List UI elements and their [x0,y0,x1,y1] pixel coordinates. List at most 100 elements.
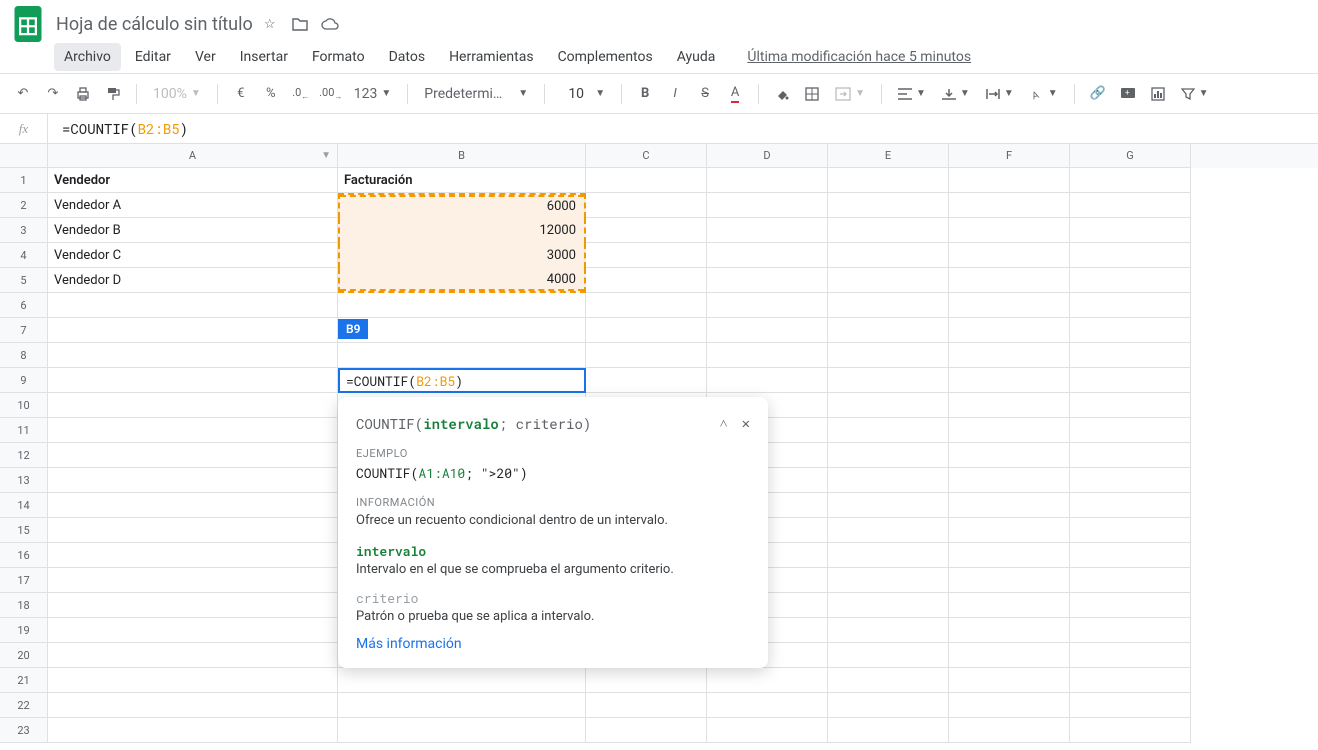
close-help-icon[interactable]: ✕ [742,413,750,433]
cell[interactable] [949,343,1070,368]
cell[interactable] [949,268,1070,293]
row-header[interactable]: 5 [0,268,48,293]
strike-button[interactable]: S [692,81,718,107]
zoom-select[interactable]: 100%▼ [147,86,207,102]
col-header-F[interactable]: F [949,144,1070,168]
cell[interactable] [949,443,1070,468]
row-header[interactable]: 6 [0,293,48,318]
menu-ayuda[interactable]: Ayuda [667,43,726,71]
decrease-decimal-button[interactable]: .0← [288,81,314,107]
cell[interactable]: Vendedor C [48,243,338,268]
cell[interactable] [707,268,828,293]
row-header[interactable]: 11 [0,418,48,443]
cell[interactable] [707,318,828,343]
cell[interactable] [586,218,707,243]
cell[interactable] [586,343,707,368]
font-name-select[interactable]: Predetermi…▼ [418,86,534,102]
cell[interactable] [949,193,1070,218]
cell[interactable] [949,493,1070,518]
row-header[interactable]: 10 [0,393,48,418]
cell[interactable] [949,368,1070,393]
cell[interactable] [949,418,1070,443]
cell[interactable] [828,218,949,243]
cell[interactable] [48,543,338,568]
cell[interactable] [48,643,338,668]
cell[interactable] [338,693,586,718]
cell[interactable] [828,618,949,643]
cell[interactable] [949,468,1070,493]
collapse-help-icon[interactable]: ˄ [720,413,728,433]
row-header[interactable]: 16 [0,543,48,568]
cell[interactable] [828,643,949,668]
row-header[interactable]: 1 [0,168,48,193]
active-cell-editor[interactable]: =COUNTIF(B2:B5) [338,368,586,393]
cell[interactable] [48,368,338,393]
filter-button[interactable]: ▼ [1175,88,1215,100]
row-header[interactable]: 20 [0,643,48,668]
cell[interactable] [338,343,586,368]
paint-format-button[interactable] [100,81,126,107]
cell[interactable] [828,493,949,518]
cell[interactable] [828,393,949,418]
cell[interactable]: Vendedor D [48,268,338,293]
borders-button[interactable] [799,81,825,107]
row-header[interactable]: 13 [0,468,48,493]
cell[interactable] [48,518,338,543]
menu-ver[interactable]: Ver [185,43,226,71]
cell[interactable]: Vendedor [48,168,338,193]
row-header[interactable]: 2 [0,193,48,218]
menu-editar[interactable]: Editar [125,43,181,71]
row-header[interactable]: 8 [0,343,48,368]
cell[interactable] [828,668,949,693]
currency-button[interactable]: € [228,81,254,107]
row-header[interactable]: 18 [0,593,48,618]
cell[interactable] [949,243,1070,268]
cell[interactable] [48,468,338,493]
increase-decimal-button[interactable]: .00→ [318,81,344,107]
cell[interactable] [828,593,949,618]
cell[interactable] [707,218,828,243]
cell[interactable]: 4000 [338,268,586,293]
col-header-D[interactable]: D [707,144,828,168]
cell[interactable] [949,168,1070,193]
cell[interactable] [949,518,1070,543]
row-header[interactable]: 22 [0,693,48,718]
cell[interactable] [949,668,1070,693]
cell[interactable] [828,168,949,193]
link-button[interactable]: 🔗 [1085,81,1111,107]
row-header[interactable]: 9 [0,368,48,393]
cell[interactable] [949,643,1070,668]
cell[interactable] [1070,543,1191,568]
percent-button[interactable]: % [258,81,284,107]
cell[interactable] [48,668,338,693]
menu-complementos[interactable]: Complementos [548,43,663,71]
cell[interactable] [707,693,828,718]
cell[interactable] [586,693,707,718]
star-icon[interactable]: ☆ [261,15,279,33]
cell[interactable] [1070,393,1191,418]
cell[interactable]: Vendedor A [48,193,338,218]
row-header[interactable]: 3 [0,218,48,243]
italic-button[interactable]: I [662,81,688,107]
cell[interactable] [707,668,828,693]
h-align-button[interactable]: ▼ [892,88,932,100]
cell[interactable] [1070,443,1191,468]
cell[interactable]: Facturación [338,168,586,193]
cloud-status-icon[interactable] [321,15,339,33]
spreadsheet-grid[interactable]: A▼ B C D E F G 1VendedorFacturación2Vend… [0,144,1318,743]
cell[interactable] [586,293,707,318]
cell[interactable] [1070,493,1191,518]
cell[interactable] [949,593,1070,618]
cell[interactable] [48,718,338,743]
cell[interactable] [48,393,338,418]
cell[interactable]: 12000 [338,218,586,243]
cell[interactable] [1070,468,1191,493]
column-dropdown-icon[interactable]: ▼ [321,150,331,161]
undo-button[interactable]: ↶ [10,81,36,107]
row-header[interactable]: 4 [0,243,48,268]
cell[interactable] [48,618,338,643]
cell[interactable] [707,168,828,193]
cell[interactable] [1070,193,1191,218]
sheets-logo-icon[interactable] [8,4,48,44]
cell[interactable] [949,393,1070,418]
